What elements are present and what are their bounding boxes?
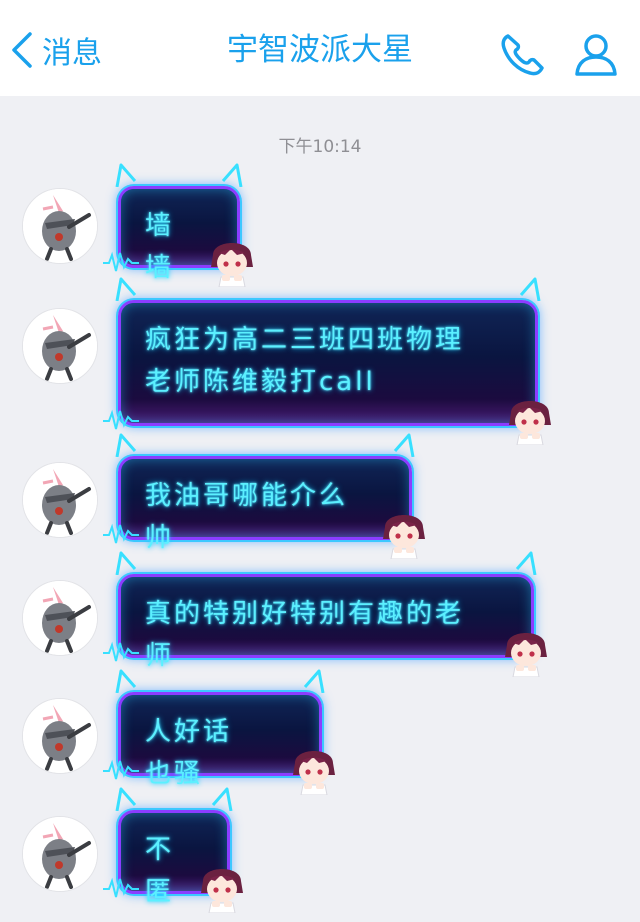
sound-wave-icon (103, 523, 139, 544)
cat-ear-icon (115, 669, 137, 693)
cat-ear-icon (221, 163, 243, 187)
message-text: 我油哥哪能介么帅 (145, 481, 349, 553)
starfish-character-icon (23, 189, 97, 263)
message-text: 不匿 (145, 835, 175, 907)
chibi-sticker-icon (201, 869, 243, 913)
sound-wave-icon (103, 251, 139, 272)
chibi-sticker-icon (211, 243, 253, 287)
cat-ear-icon (519, 277, 541, 301)
cat-ear-icon (115, 433, 137, 457)
cat-ear-icon (211, 787, 233, 811)
message-text: 真的特别好特别有趣的老师 (145, 599, 465, 671)
person-icon (575, 34, 617, 76)
cat-ear-icon (303, 669, 325, 693)
cat-ear-icon (115, 277, 137, 301)
starfish-character-icon (23, 699, 97, 773)
avatar[interactable] (22, 462, 98, 538)
avatar[interactable] (22, 308, 98, 384)
cat-ear-icon (115, 163, 137, 187)
cat-ear-icon (393, 433, 415, 457)
starfish-character-icon (23, 309, 97, 383)
message-bubble[interactable]: 人好话也骚 (103, 669, 335, 795)
chibi-sticker-icon (293, 751, 335, 795)
message-bubble[interactable]: 墙墙 (103, 163, 253, 287)
message-bubble[interactable]: 疯狂为高二三班四班物理老师陈维毅打call (103, 277, 551, 445)
phone-call-button[interactable] (496, 28, 548, 84)
starfish-character-icon (23, 581, 97, 655)
sound-wave-icon (103, 641, 139, 662)
message-timestamp: 下午10:14 (278, 137, 362, 157)
message-text: 墙墙 (145, 211, 175, 283)
starfish-character-icon (23, 817, 97, 891)
chibi-sticker-icon (509, 401, 551, 445)
message-bubble[interactable]: 不匿 (103, 787, 243, 913)
phone-icon (501, 34, 544, 76)
starfish-character-icon (23, 463, 97, 537)
contact-profile-button[interactable] (570, 28, 622, 84)
sound-wave-icon (103, 409, 139, 430)
message-bubble[interactable]: 我油哥哪能介么帅 (103, 433, 425, 559)
cat-ear-icon (115, 551, 137, 575)
avatar[interactable] (22, 580, 98, 656)
avatar[interactable] (22, 816, 98, 892)
chibi-sticker-icon (383, 515, 425, 559)
avatar[interactable] (22, 698, 98, 774)
chat-header: 消息 宇智波派大星 (0, 0, 640, 96)
message-bubble[interactable]: 真的特别好特别有趣的老师 (103, 551, 547, 677)
sound-wave-icon (103, 877, 139, 898)
avatar[interactable] (22, 188, 98, 264)
message-text: 疯狂为高二三班四班物理老师陈维毅打call (145, 325, 465, 397)
chibi-sticker-icon (505, 633, 547, 677)
cat-ear-icon (515, 551, 537, 575)
sound-wave-icon (103, 759, 139, 780)
message-text: 人好话也骚 (145, 717, 233, 789)
cat-ear-icon (115, 787, 137, 811)
